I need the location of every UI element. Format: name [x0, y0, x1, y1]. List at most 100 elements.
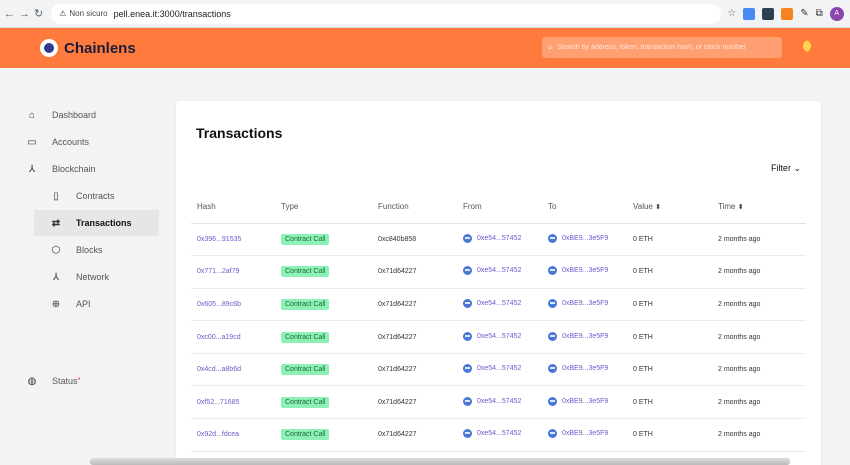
translate-extension-icon[interactable]	[743, 7, 756, 20]
tx-hash-cell: 0x396...91535	[191, 223, 275, 257]
bookmark-star-icon[interactable]: ☆	[727, 8, 736, 20]
profile-avatar[interactable]: A	[829, 6, 844, 21]
sidebar-item-status[interactable]: ◍ Status*	[20, 368, 160, 394]
security-indicator[interactable]: ⚠ Non sicuro	[59, 9, 107, 18]
sidebar-item-blockchain[interactable]: ⅄ Blockchain	[20, 156, 160, 182]
table-row[interactable]: 0x771...2af79 Contract Call 0x71d64227 0xe5…	[191, 255, 806, 289]
column-header-time[interactable]: Time ⬍	[712, 191, 806, 224]
tx-to-cell: 0xBE9...3e5F9	[542, 385, 627, 420]
brand-name: Chainlens	[64, 39, 136, 57]
tx-time-cell: 2 months ago	[712, 223, 806, 257]
tx-to-cell: 0xBE9...3e5F9	[542, 223, 627, 257]
document-icon: ▯	[53, 190, 59, 202]
sidebar: ⌂ Dashboard ▭ Accounts ⅄ Blockchain ▯ Co…	[0, 68, 175, 465]
metamask-icon[interactable]	[781, 7, 794, 20]
sort-icon: ⬍	[655, 204, 661, 212]
column-header-from: From	[457, 191, 542, 224]
search-box[interactable]: ⌕	[542, 37, 782, 58]
tx-function-cell: 0xc840b858	[372, 223, 457, 257]
tx-function-cell: 0x71d64227	[372, 353, 457, 387]
tx-value-cell: 0 ETH	[627, 255, 712, 289]
tx-value-cell: 0 ETH	[627, 320, 712, 354]
tx-to-cell: 0xBE9...3e5F9	[542, 255, 627, 289]
tx-value-cell: 0 ETH	[627, 288, 712, 322]
dark-mode-toggle-icon[interactable]	[803, 40, 815, 52]
from-address-link[interactable]: 0xe54...57452	[463, 331, 521, 341]
tx-function-cell: 0x71d64227	[372, 288, 457, 322]
tx-hash-link[interactable]: 0xc00...a19cd	[197, 334, 241, 341]
from-address-link[interactable]: 0xe54...57452	[463, 396, 521, 406]
tx-from-cell: 0xe54...57452	[457, 288, 542, 322]
tx-function-cell: 0x71d64227	[372, 385, 457, 420]
tx-hash-link[interactable]: 0x92d...fdcea	[197, 431, 239, 438]
from-address-link[interactable]: 0xe54...57452	[463, 429, 521, 439]
address-bar[interactable]: ⚠ Non sicuro pell.enea.it:3000/transacti…	[51, 3, 722, 24]
from-address-link[interactable]: 0xe54...57452	[463, 266, 521, 276]
home-icon: ⌂	[28, 109, 36, 121]
tx-to-cell: 0xBE9...3e5F9	[542, 320, 627, 354]
table-row[interactable]: 0x396...91535 Contract Call 0xc840b858 0xe5…	[191, 223, 806, 257]
table-row[interactable]: 0x4cd...a8b6d Contract Call 0x71d64227 0xe5…	[191, 353, 806, 387]
tx-type-badge: Contract Call	[281, 364, 330, 376]
table-header-row: Hash Type Function From To Value ⬍ Time …	[191, 191, 806, 224]
tx-hash-cell: 0xf52...71685	[191, 385, 275, 420]
back-icon[interactable]: ←	[4, 6, 15, 22]
tx-from-cell: 0xe54...57452	[457, 385, 542, 420]
puzzle-icon[interactable]: ⧉	[816, 8, 823, 20]
to-address-link[interactable]: 0xBE9...3e5F9	[548, 298, 608, 308]
reload-icon[interactable]: ↻	[34, 6, 43, 22]
sidebar-item-contracts[interactable]: ▯ Contracts	[34, 183, 159, 209]
extension-icon[interactable]	[762, 7, 775, 20]
tx-hash-link[interactable]: 0x771...2af79	[197, 268, 239, 275]
browser-toolbar: ← → ↻ ⚠ Non sicuro pell.enea.it:3000/tra…	[0, 0, 850, 28]
tx-type-cell: Contract Call	[275, 385, 372, 420]
to-address-link[interactable]: 0xBE9...3e5F9	[548, 233, 608, 243]
to-address-link[interactable]: 0xBE9...3e5F9	[548, 266, 608, 276]
sidebar-item-network[interactable]: ⅄ Network	[34, 264, 159, 290]
sidebar-item-blocks[interactable]: ⬡ Blocks	[34, 237, 159, 263]
search-input[interactable]	[557, 44, 768, 51]
from-address-link[interactable]: 0xe54...57452	[463, 364, 521, 374]
tx-to-cell: 0xBE9...3e5F9	[542, 288, 627, 322]
column-header-value[interactable]: Value ⬍	[627, 191, 712, 224]
address-avatar-icon	[548, 266, 557, 276]
page-title: Transactions	[196, 125, 283, 141]
column-header-type: Type	[275, 191, 372, 224]
tx-hash-link[interactable]: 0x605...89c6b	[197, 301, 241, 308]
sidebar-item-api[interactable]: ⊕ API	[34, 291, 159, 317]
tx-function-cell: 0x71d64227	[372, 418, 457, 452]
status-icon: ◍	[27, 375, 37, 387]
forward-icon[interactable]: →	[19, 6, 30, 22]
to-address-link[interactable]: 0xBE9...3e5F9	[548, 396, 608, 406]
address-avatar-icon	[548, 429, 557, 439]
tx-type-cell: Contract Call	[275, 418, 372, 452]
tx-hash-link[interactable]: 0x396...91535	[197, 236, 241, 243]
to-address-link[interactable]: 0xBE9...3e5F9	[548, 331, 608, 341]
tx-hash-link[interactable]: 0xf52...71685	[197, 399, 239, 406]
to-address-link[interactable]: 0xBE9...3e5F9	[548, 364, 608, 374]
filter-button[interactable]: Filter ⌄	[771, 163, 801, 174]
address-avatar-icon	[548, 233, 557, 243]
table-row[interactable]: 0xc00...a19cd Contract Call 0x71d64227 0xe5…	[191, 320, 806, 354]
tx-value-cell: 0 ETH	[627, 418, 712, 452]
table-row[interactable]: 0x92d...fdcea Contract Call 0x71d64227 0xe5…	[191, 418, 806, 452]
to-address-link[interactable]: 0xBE9...3e5F9	[548, 429, 608, 439]
status-alert-marker: *	[77, 376, 81, 385]
from-address-link[interactable]: 0xe54...57452	[463, 233, 521, 243]
brand-logo[interactable]: Chainlens	[40, 39, 136, 57]
table-row[interactable]: 0xf52...71685 Contract Call 0x71d64227 0xe5…	[191, 385, 806, 420]
tx-hash-link[interactable]: 0x4cd...a8b6d	[197, 366, 241, 373]
address-avatar-icon	[463, 429, 472, 439]
sidebar-item-dashboard[interactable]: ⌂ Dashboard	[20, 102, 160, 128]
tx-type-cell: Contract Call	[275, 223, 372, 257]
from-address-link[interactable]: 0xe54...57452	[463, 298, 521, 308]
tx-time-cell: 2 months ago	[712, 320, 806, 354]
sidebar-item-accounts[interactable]: ▭ Accounts	[20, 129, 160, 155]
pen-extension-icon[interactable]: ✎	[800, 8, 808, 20]
column-header-hash: Hash	[191, 191, 275, 224]
table-row[interactable]: 0x605...89c6b Contract Call 0x71d64227 0xe5…	[191, 288, 806, 322]
address-avatar-icon	[548, 364, 557, 374]
sidebar-item-transactions[interactable]: ⇄ Transactions	[34, 210, 159, 236]
sort-icon: ⬍	[737, 204, 744, 212]
tx-type-cell: Contract Call	[275, 353, 372, 387]
